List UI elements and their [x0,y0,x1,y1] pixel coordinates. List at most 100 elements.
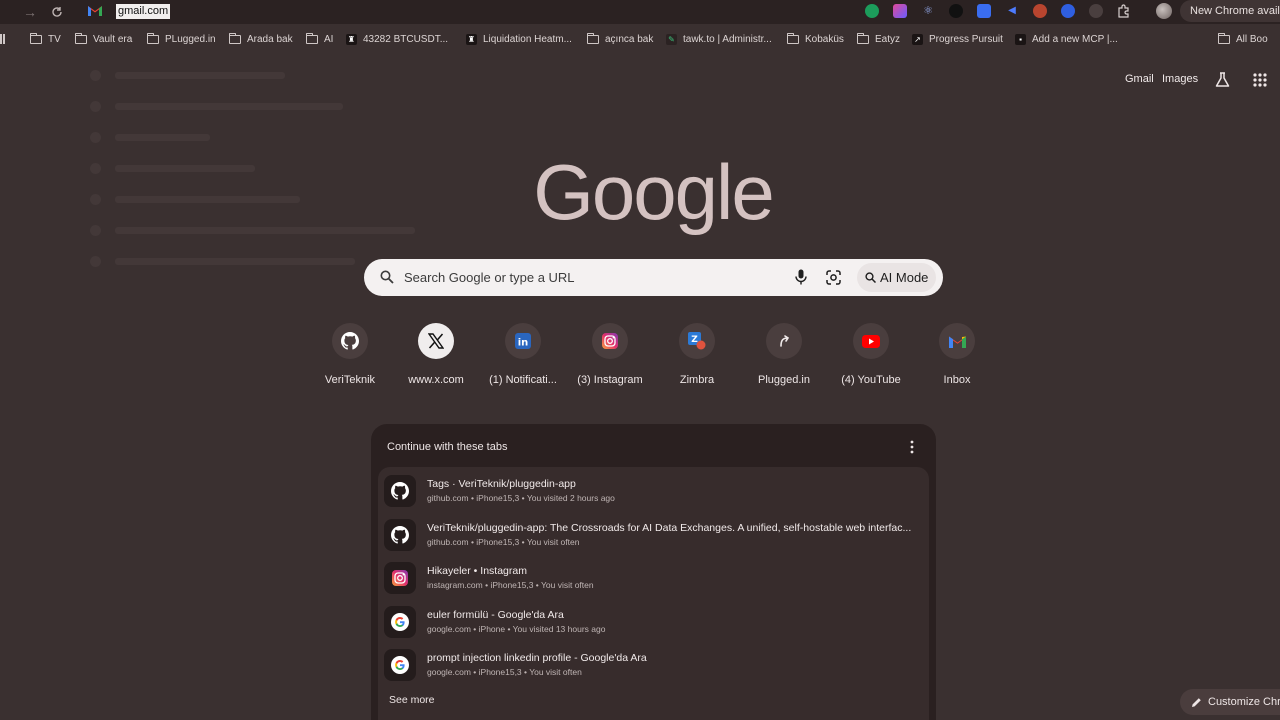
tab-list-item[interactable]: euler formülü - Google'da Ara google.com… [378,602,929,642]
microphone-icon[interactable] [795,269,807,285]
faded-suggestion-row [90,254,355,268]
bookmarks-bar: TV Vault era PLugged.in Arada bak AI ♜ 43… [0,28,1280,50]
gmail-icon [948,336,966,348]
folder-icon [1217,32,1230,44]
shortcut-label: Inbox [943,374,971,386]
folder-icon [146,32,159,44]
bookmark-item[interactable]: ↗ Progress Pursuit [912,31,1003,47]
tab-meta: google.com • iPhone • You visited 13 hou… [427,624,606,634]
tab-meta: github.com • iPhone15,3 • You visited 2 … [427,493,615,503]
see-more-link[interactable]: See more [389,694,435,706]
browser-toolbar: → gmail.com ⚛ ◀ New Chrome avail [0,0,1280,24]
tab-title: VeriTeknik/pluggedin-app: The Crossroads… [427,522,912,534]
ai-search-sparkle-icon [865,272,876,283]
bitwarden-icon[interactable] [977,4,991,18]
shortcut-tile[interactable]: (4) YouTube [827,323,915,393]
shortcut-label: (3) Instagram [577,374,643,386]
folder-icon [305,32,318,44]
folder-icon [856,32,869,44]
reload-icon[interactable] [48,3,66,21]
images-link[interactable]: Images [1162,73,1198,85]
bookmark-item[interactable]: ▪ Add a new MCP |... [1015,31,1118,47]
bookmark-item[interactable]: açınca bak [586,31,653,47]
customize-chrome-button[interactable]: Customize Chro [1180,689,1280,715]
google-icon [391,656,409,674]
bookmark-item[interactable]: Eatyz [856,31,900,47]
extension-icon[interactable] [1033,4,1047,18]
forward-arrow-icon[interactable]: → [21,3,39,21]
site-icon: ▪ [1015,33,1026,45]
react-devtools-icon[interactable]: ⚛ [921,4,935,18]
search-icon [380,270,394,284]
bookmark-item[interactable]: ♜ Liquidation Heatm... [466,31,572,47]
tab-title: Hikayeler • Instagram [427,565,527,577]
google-apps-grid-icon[interactable] [1253,73,1267,87]
folder-icon [586,32,599,44]
bookmark-item[interactable]: ♜ 43282 BTCUSDT... [346,31,448,47]
bookmark-item[interactable]: Vault era [74,31,132,47]
folder-icon [786,32,799,44]
shortcut-label: www.x.com [408,374,464,386]
folder-icon [228,32,241,44]
shortcut-tile[interactable]: Z Zimbra [653,323,741,393]
youtube-icon [862,334,880,348]
shortcut-tile[interactable]: (3) Instagram [566,323,654,393]
tab-title: euler formülü - Google'da Ara [427,609,564,621]
folder-icon [29,32,42,44]
search-box: AI Mode [364,259,943,296]
site-icon: ↗ [912,33,923,45]
pencil-icon [1192,697,1201,707]
extension-icon[interactable] [1061,4,1075,18]
faded-suggestion-row [90,99,343,113]
shortcut-label: (1) Notificati... [489,374,557,386]
tab-list-item[interactable]: Hikayeler • Instagram instagram.com • iP… [378,558,929,598]
ai-mode-button[interactable]: AI Mode [857,263,936,292]
faded-suggestion-row [90,68,285,82]
profile-avatar[interactable] [1156,3,1172,19]
more-vert-icon[interactable] [904,439,920,455]
folder-icon [74,32,87,44]
extension-icon[interactable] [949,4,963,18]
bookmark-item[interactable]: Arada bak [228,31,293,47]
labs-flask-icon[interactable] [1215,72,1230,88]
bookmark-item[interactable]: ✎ tawk.to | Administr... [666,31,772,47]
faded-suggestion-row [90,130,210,144]
search-input[interactable] [404,268,784,287]
grammarly-extension-icon[interactable] [865,4,879,18]
shortcut-label: VeriTeknik [324,374,376,386]
tab-list-item[interactable]: Tags · VeriTeknik/pluggedin-app github.c… [378,471,929,511]
tab-meta: github.com • iPhone15,3 • You visit ofte… [427,537,580,547]
extension-icon[interactable] [1089,4,1103,18]
bookmark-item[interactable]: All Boo [1217,31,1268,47]
bookmark-item[interactable]: TV [29,31,61,47]
shortcut-tile[interactable]: Inbox [913,323,1001,393]
bookmark-item[interactable]: AI [305,31,333,47]
bookmark-item[interactable]: Kobaküs [786,31,844,47]
tab-title: Tags · VeriTeknik/pluggedin-app [427,478,576,490]
card-title: Continue with these tabs [387,441,508,453]
github-icon [391,526,409,544]
shortcut-label: Plugged.in [758,374,810,386]
puzzle-icon[interactable] [1117,4,1131,18]
new-chrome-available-button[interactable]: New Chrome avail [1180,0,1280,22]
shortcut-label: Zimbra [679,374,715,386]
shortcut-tile[interactable]: in (1) Notificati... [479,323,567,393]
tab-list-item[interactable]: prompt injection linkedin profile - Goog… [378,645,929,685]
google-icon [391,613,409,631]
extension-icon[interactable]: ◀ [1005,4,1019,18]
bookmark-item[interactable]: PLugged.in [146,31,216,47]
address-bar-input[interactable]: gmail.com [116,4,171,19]
site-icon: ♜ [466,33,477,45]
extension-icon[interactable] [893,4,907,18]
github-icon [391,482,409,500]
shortcut-tile[interactable]: www.x.com [392,323,480,393]
github-icon [341,332,359,350]
gmail-link[interactable]: Gmail [1125,73,1154,85]
google-lens-icon[interactable] [826,270,841,285]
gmail-favicon-icon [88,6,102,16]
instagram-icon [392,570,408,586]
shortcut-tile[interactable]: Plugged.in [740,323,828,393]
tab-list-item[interactable]: VeriTeknik/pluggedin-app: The Crossroads… [378,515,929,555]
shortcut-tile[interactable]: VeriTeknik [306,323,394,393]
apps-shortcut-icon[interactable] [0,34,5,44]
